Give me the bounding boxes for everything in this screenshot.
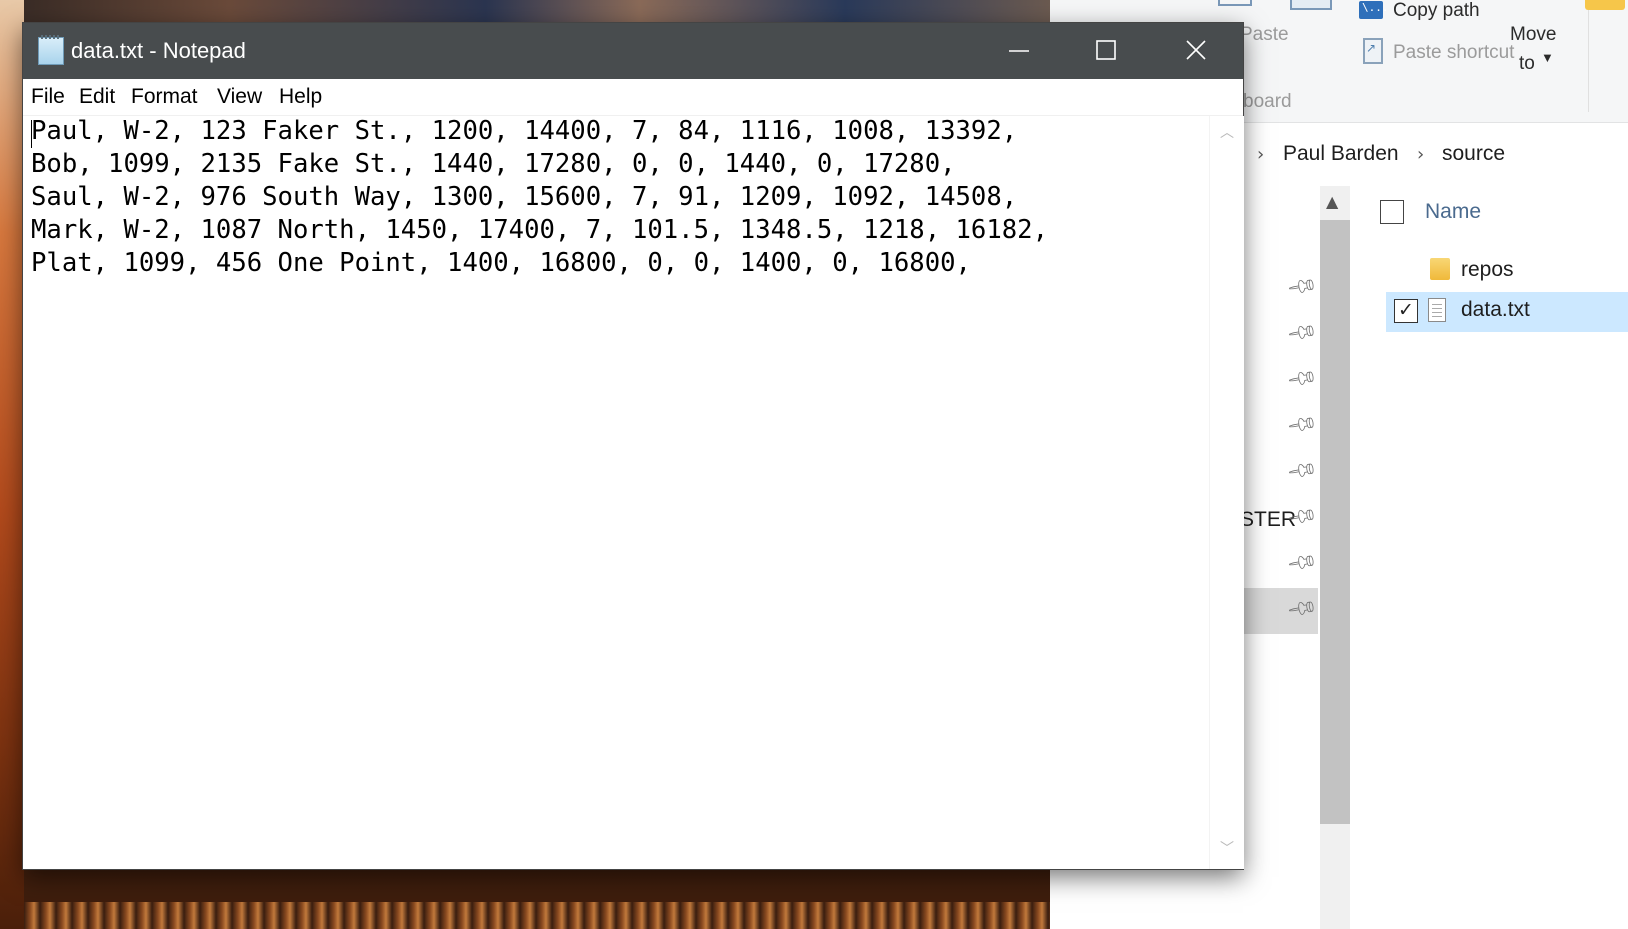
close-button[interactable] — [1153, 23, 1239, 79]
window-title: data.txt - Notepad — [71, 38, 246, 63]
text-line[interactable]: Saul, W-2, 976 South Way, 1300, 15600, 7… — [31, 182, 1017, 212]
copy-path-button[interactable]: Copy path — [1393, 0, 1480, 22]
menu-bar: File Edit Format View Help — [23, 79, 1243, 116]
breadcrumb-user[interactable]: Paul Barden — [1283, 142, 1399, 166]
menu-view[interactable]: View — [217, 85, 262, 109]
wallpaper-top — [24, 0, 1050, 24]
move-to-button-line2[interactable]: to — [1519, 53, 1535, 75]
pin-icon[interactable]: 📌︎ — [1285, 361, 1320, 395]
copy-path-icon[interactable] — [1359, 1, 1389, 19]
scroll-down-icon[interactable]: ﹀ — [1220, 838, 1234, 858]
wallpaper-bottom — [24, 902, 1050, 929]
column-header-name[interactable]: Name — [1425, 200, 1481, 224]
wallpaper-edge — [0, 0, 24, 929]
select-all-checkbox[interactable] — [1380, 200, 1404, 224]
editor-scrollbar[interactable]: ︿ ﹀ — [1209, 116, 1244, 869]
pin-icon[interactable]: 📌︎ — [1285, 545, 1320, 579]
file-checkbox[interactable]: ✓ — [1394, 299, 1418, 323]
notepad-icon[interactable] — [38, 35, 64, 65]
clipboard-icon — [1218, 0, 1252, 6]
pin-icon[interactable]: 📌︎ — [1285, 269, 1320, 303]
paste-icon[interactable] — [1290, 0, 1332, 10]
scroll-up-icon[interactable]: ︿ — [1220, 122, 1234, 142]
notepad-window: data.txt - Notepad File Edit Format View… — [23, 23, 1244, 869]
pin-icon[interactable]: 📌︎ — [1285, 407, 1320, 441]
move-to-button[interactable]: Move — [1510, 24, 1556, 46]
ribbon-divider — [1588, 6, 1589, 112]
breadcrumb-source[interactable]: source — [1442, 142, 1505, 166]
chevron-down-icon[interactable]: ▼ — [1541, 50, 1554, 65]
move-to-icon[interactable] — [1585, 0, 1625, 10]
nav-scrollbar-thumb[interactable] — [1320, 220, 1350, 824]
title-bar[interactable]: data.txt - Notepad — [23, 23, 1243, 79]
minimize-button[interactable] — [976, 23, 1062, 79]
file-name-data-txt[interactable]: data.txt — [1461, 298, 1530, 322]
close-icon — [1186, 40, 1206, 60]
pin-icon[interactable]: 📌︎ — [1285, 453, 1320, 487]
paste-shortcut-button[interactable]: Paste shortcut — [1393, 42, 1514, 64]
chevron-right-icon[interactable]: › — [1417, 144, 1424, 165]
pin-icon[interactable]: 📌︎ — [1285, 315, 1320, 349]
text-line[interactable]: Mark, W-2, 1087 North, 1450, 17400, 7, 1… — [31, 215, 1048, 245]
text-line[interactable]: Plat, 1099, 456 One Point, 1400, 16800, … — [31, 248, 971, 278]
file-name-repos[interactable]: repos — [1461, 258, 1514, 282]
minimize-icon — [1009, 50, 1029, 52]
chevron-right-icon[interactable]: › — [1257, 144, 1264, 165]
menu-edit[interactable]: Edit — [79, 85, 115, 109]
maximize-button[interactable] — [1063, 23, 1149, 79]
folder-icon — [1430, 258, 1450, 280]
clipboard-group-label: board — [1243, 91, 1292, 112]
text-editor-area[interactable]: Paul, W-2, 123 Faker St., 1200, 14400, 7… — [23, 116, 1209, 869]
text-file-icon — [1428, 298, 1446, 322]
file-list: Name repos ✓ data.txt — [1360, 186, 1628, 929]
scroll-up-icon[interactable]: ▲ — [1326, 192, 1338, 211]
paste-button[interactable]: Paste — [1240, 24, 1289, 46]
paste-shortcut-icon[interactable] — [1363, 38, 1383, 64]
maximize-icon — [1096, 40, 1116, 60]
text-line[interactable]: Bob, 1099, 2135 Fake St., 1440, 17280, 0… — [31, 149, 956, 179]
menu-format[interactable]: Format — [131, 85, 198, 109]
text-line[interactable]: Paul, W-2, 123 Faker St., 1200, 14400, 7… — [31, 116, 1017, 146]
menu-file[interactable]: File — [31, 85, 65, 109]
menu-help[interactable]: Help — [279, 85, 322, 109]
